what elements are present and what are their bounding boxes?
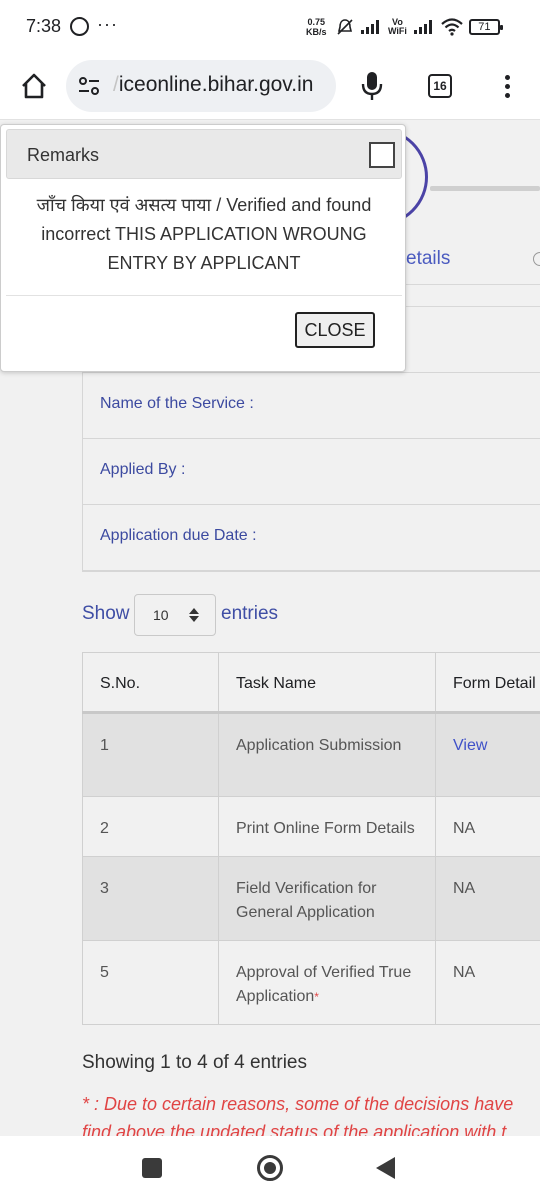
signal-icon-2 — [413, 20, 432, 34]
row-task-name-text: Approval of Verified True Application — [236, 964, 412, 1005]
home-circle-icon[interactable] — [257, 1155, 283, 1181]
service-name-row: Name of the Service : — [83, 373, 540, 439]
application-info-box: Name of the Service : Applied By : Appli… — [82, 372, 540, 572]
entries-select[interactable]: 10 — [134, 594, 216, 636]
entries-label: entries — [221, 603, 279, 624]
applied-by-row: Applied By : — [83, 439, 540, 505]
tabs-divider — [406, 284, 540, 285]
tabs-icon[interactable]: 16 — [428, 74, 452, 98]
row-form-detail: NA — [435, 940, 540, 1025]
table-info: Showing 1 to 4 of 4 entries — [82, 1052, 307, 1073]
row-task-name: Approval of Verified True Application* — [218, 940, 436, 1025]
row-task-name: Field Verification for General Applicati… — [218, 856, 436, 941]
table-row: 1 Application Submission View — [82, 712, 540, 797]
stepper-progress-line — [430, 186, 540, 191]
row-sno: 3 — [82, 856, 219, 941]
service-name-label: Name of the Service : — [100, 395, 254, 412]
mic-icon[interactable] — [358, 70, 386, 102]
mute-icon — [337, 19, 353, 35]
row-form-detail: NA — [435, 796, 540, 857]
asterisk-mark: * — [314, 990, 319, 1004]
due-date-row: Application due Date : — [83, 505, 540, 571]
notification-more-icon: ··· — [97, 14, 118, 34]
applied-by-label: Applied By : — [100, 461, 186, 478]
row-sno: 1 — [82, 712, 219, 797]
vowifi-wifi: WiFi — [388, 26, 407, 36]
url-domain: iceonline.bihar.gov.in — [118, 73, 314, 96]
battery-indicator: 71 — [468, 19, 503, 35]
system-navigation-bar — [0, 1136, 540, 1200]
tab-indicator-icon — [533, 252, 540, 266]
close-button[interactable]: CLOSE — [295, 312, 375, 348]
status-time: 7:38 — [26, 16, 62, 36]
web-viewport: etails Name of the Service : Applied By … — [0, 120, 540, 1136]
checkbox-icon[interactable] — [369, 142, 395, 168]
row-task-name: Print Online Form Details — [218, 796, 436, 857]
tune-icon[interactable] — [78, 76, 100, 96]
address-bar[interactable]: /iceonline.bihar.gov.in — [66, 60, 336, 112]
column-header-form-detail[interactable]: Form Detail — [435, 652, 540, 714]
home-icon[interactable] — [20, 72, 48, 100]
network-speed-unit: KB/s — [306, 27, 327, 37]
footnote-line-2: find above the updated status of the app… — [82, 1122, 507, 1136]
whatsapp-icon — [70, 17, 89, 36]
tab-details[interactable]: etails — [406, 248, 450, 270]
column-header-sno[interactable]: S.No. — [82, 652, 219, 714]
sort-arrows-icon — [189, 608, 199, 622]
network-speed: 0.75 KB/s — [306, 17, 327, 37]
row-task-name: Application Submission — [218, 712, 436, 797]
table-header-row: S.No. Task Name Form Detail — [82, 652, 540, 714]
table-row: 5 Approval of Verified True Application*… — [82, 940, 540, 1025]
footnote-line-1: * : Due to certain reasons, some of the … — [82, 1094, 514, 1114]
entries-select-value: 10 — [153, 607, 169, 623]
recents-icon[interactable] — [142, 1158, 162, 1178]
view-link[interactable]: View — [453, 737, 487, 754]
row-form-detail: View — [435, 712, 540, 797]
table-row: 3 Field Verification for General Applica… — [82, 856, 540, 941]
status-bar: 7:38 ··· 0.75 KB/s Vo WiFi 71 — [0, 0, 540, 56]
signal-icon — [361, 20, 379, 34]
footnote: * : Due to certain reasons, some of the … — [82, 1090, 540, 1136]
table-row: 2 Print Online Form Details NA — [82, 796, 540, 857]
remarks-dialog-header: Remarks — [6, 129, 402, 179]
url-text[interactable]: /iceonline.bihar.gov.in — [113, 73, 313, 97]
back-icon[interactable] — [376, 1157, 395, 1179]
section-divider — [406, 306, 540, 307]
status-icons: Vo WiFi 71 — [336, 14, 503, 40]
browser-toolbar: /iceonline.bihar.gov.in 16 — [0, 56, 540, 120]
column-header-task-name[interactable]: Task Name — [218, 652, 436, 714]
wifi-icon — [441, 18, 463, 36]
row-form-detail: NA — [435, 856, 540, 941]
menu-icon[interactable] — [497, 72, 517, 102]
network-speed-value: 0.75 — [307, 17, 326, 27]
remarks-text: जाँच किया एवं असत्य पाया / Verified and … — [36, 195, 372, 273]
remarks-dialog-title: Remarks — [27, 145, 100, 165]
vowifi-indicator: Vo WiFi — [388, 18, 407, 36]
remarks-dialog-divider — [6, 295, 402, 296]
row-sno: 2 — [82, 796, 219, 857]
show-label: Show — [82, 603, 130, 624]
row-sno: 5 — [82, 940, 219, 1025]
task-table: S.No. Task Name Form Detail 1 Applicatio… — [82, 652, 540, 1025]
remarks-dialog: Remarks जाँच किया एवं असत्य पाया / Verif… — [0, 124, 406, 372]
due-date-label: Application due Date : — [100, 527, 257, 544]
